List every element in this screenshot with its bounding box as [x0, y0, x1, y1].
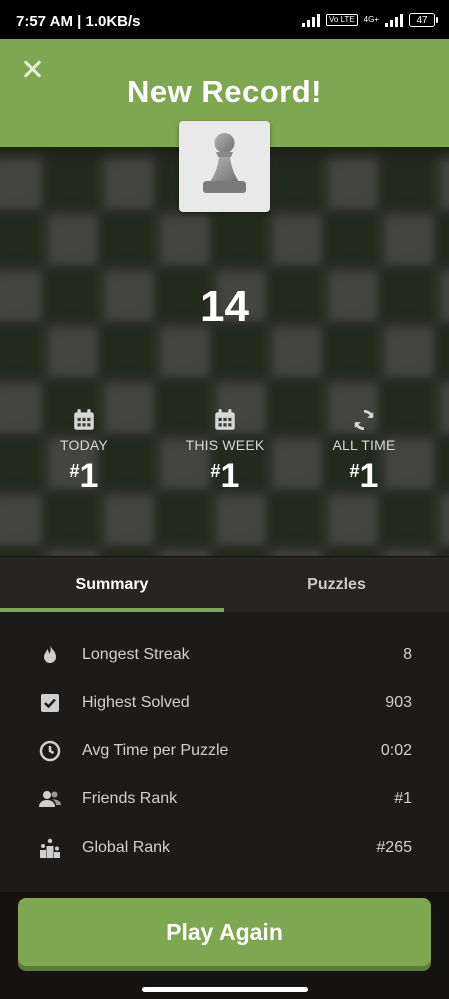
- signal-icon-2: [385, 13, 403, 27]
- list-item-highest-solved: Highest Solved 903: [0, 680, 449, 728]
- list-item-global-rank: Global Rank #265: [0, 825, 449, 873]
- page-title: New Record!: [127, 74, 322, 109]
- status-icons: Vo LTE 4G+ 47: [302, 13, 438, 27]
- row-label: Friends Rank: [82, 790, 178, 807]
- signal-icon: [302, 13, 320, 27]
- rank-this-week: THIS WEEK #1: [165, 407, 285, 496]
- play-again-button[interactable]: Play Again: [18, 898, 431, 966]
- tab-puzzles[interactable]: Puzzles: [224, 557, 449, 612]
- row-value: 8: [403, 646, 412, 663]
- list-item-friends-rank: Friends Rank #1: [0, 776, 449, 824]
- rank-label: ALL TIME: [332, 437, 396, 453]
- row-label: Global Rank: [82, 839, 171, 856]
- calendar-icon: [74, 409, 94, 430]
- home-indicator: [142, 987, 308, 992]
- summary-list: Longest Streak 8 Highest Solved 903 Avg …: [0, 612, 449, 892]
- rank-today: TODAY #1: [24, 407, 144, 496]
- row-value: 903: [385, 694, 412, 711]
- status-bar: 7:57 AM | 1.0KB/s Vo LTE 4G+ 47: [0, 0, 449, 39]
- row-value: 0:02: [380, 742, 412, 759]
- row-label: Highest Solved: [82, 694, 190, 711]
- status-time: 7:57 AM | 1.0KB/s: [16, 13, 141, 30]
- network-type: 4G+: [363, 15, 379, 24]
- rank-label: TODAY: [60, 437, 108, 453]
- list-item-avg-time: Avg Time per Puzzle 0:02: [0, 728, 449, 776]
- rank-value: #1: [210, 457, 240, 495]
- calendar-icon: [215, 409, 235, 430]
- clock-icon: [39, 740, 61, 762]
- row-label: Longest Streak: [82, 646, 190, 663]
- tab-summary[interactable]: Summary: [0, 557, 224, 612]
- checkbox-icon: [41, 694, 59, 712]
- row-value: #265: [376, 839, 412, 856]
- puzzle-score: 14: [200, 282, 249, 331]
- row-value: #1: [394, 790, 412, 807]
- pawn-image: [179, 121, 270, 212]
- list-item-longest-streak: Longest Streak 8: [0, 632, 449, 680]
- row-label: Avg Time per Puzzle: [82, 742, 229, 759]
- rank-all-time: ALL TIME #1: [304, 407, 424, 496]
- flame-icon: [44, 645, 56, 663]
- refresh-icon: [354, 409, 374, 431]
- tab-bar: Summary Puzzles: [0, 557, 449, 612]
- rank-value: #1: [69, 457, 99, 495]
- rank-value: #1: [349, 457, 379, 495]
- battery-icon: 47: [409, 13, 438, 27]
- podium-icon: [40, 838, 60, 858]
- pawn-icon: [203, 133, 246, 193]
- friends-icon: [39, 791, 61, 807]
- volte-badge: Vo LTE: [326, 14, 358, 26]
- rank-label: THIS WEEK: [185, 437, 265, 453]
